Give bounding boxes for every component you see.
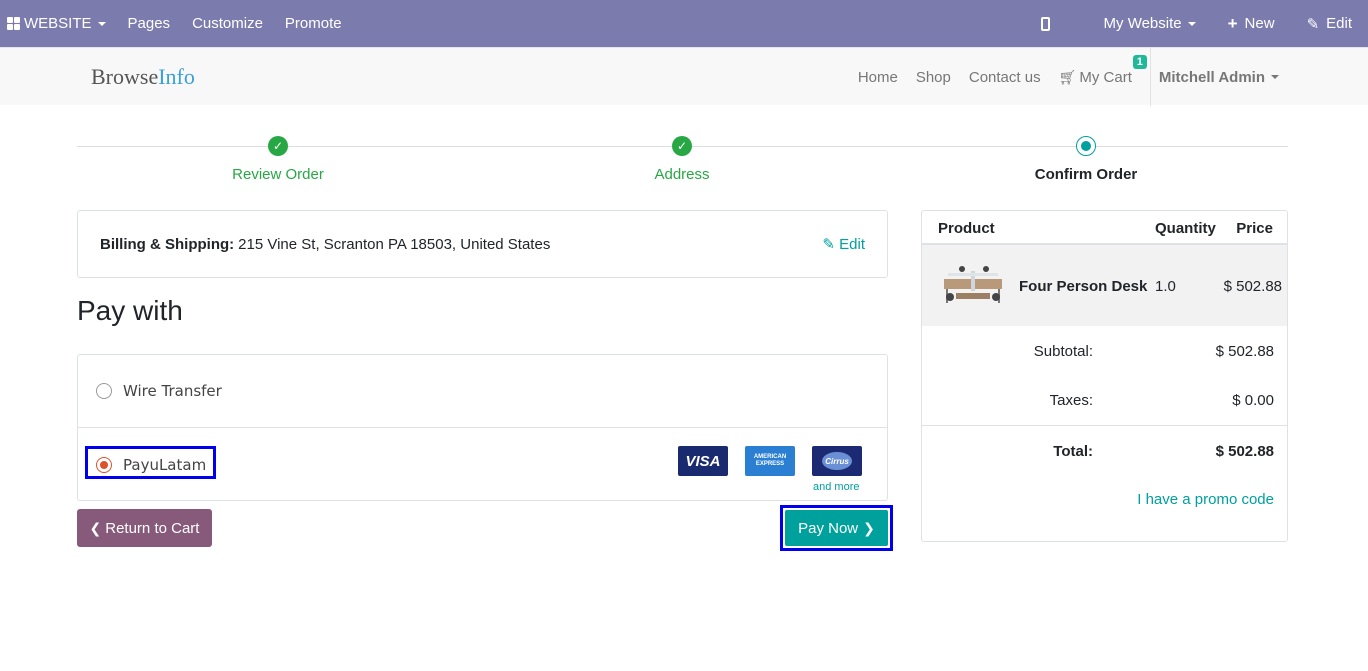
summary-header: Product Quantity Price	[922, 211, 1287, 245]
user-menu[interactable]: Mitchell Admin	[1149, 48, 1368, 106]
edit-icon: ✎	[822, 236, 835, 253]
current-step-icon	[1076, 136, 1096, 156]
edit-label: Edit	[1326, 15, 1352, 32]
user-name: Mitchell Admin	[1158, 68, 1265, 86]
subtotal-value: $ 502.88	[1215, 343, 1274, 360]
pay-now-button[interactable]: Pay Now ❯	[785, 510, 888, 546]
nav-home-link[interactable]: Home	[849, 69, 907, 86]
pencil-icon: ✎	[1306, 15, 1320, 33]
summary-divider	[922, 425, 1287, 426]
pages-menu[interactable]: Pages	[117, 0, 182, 47]
header-product: Product	[938, 220, 995, 237]
return-to-cart-label: Return to Cart	[105, 519, 200, 537]
edit-address-link[interactable]: ✎ Edit	[822, 235, 865, 253]
taxes-label: Taxes:	[1049, 392, 1093, 409]
shopping-cart-icon: 🛒︎	[1058, 68, 1077, 85]
product-quantity: 1.0	[1155, 278, 1176, 295]
highlight-box	[85, 446, 216, 479]
step-label: Address	[654, 166, 710, 183]
return-to-cart-button[interactable]: ❮ Return to Cart	[77, 509, 212, 547]
payment-name: Wire Transfer	[123, 382, 222, 400]
new-label: New	[1244, 15, 1275, 32]
order-summary: Product Quantity Price Four Person Desk …	[921, 210, 1288, 542]
card-logos: VISA AMERICAN EXPRESS Cirrus	[678, 446, 879, 476]
visa-card-icon: VISA	[678, 446, 728, 476]
chevron-left-icon: ❮	[89, 519, 102, 536]
header-price: Price	[1236, 220, 1273, 237]
chevron-right-icon: ❯	[863, 519, 875, 536]
mobile-preview-button[interactable]	[1025, 0, 1088, 47]
check-circle-icon: ✓	[672, 136, 692, 156]
pay-now-highlight: Pay Now ❯	[780, 505, 893, 551]
brand-part-2: Info	[158, 64, 195, 89]
promo-code-link[interactable]: I have a promo code	[1137, 491, 1274, 508]
nav-contact-link[interactable]: Contact us	[960, 69, 1050, 86]
step-address[interactable]: ✓ Address	[582, 136, 782, 183]
checkout-progress: ✓ Review Order ✓ Address Confirm Order	[77, 128, 1288, 188]
check-circle-icon: ✓	[268, 136, 288, 156]
pay-now-label: Pay Now	[798, 519, 859, 537]
and-more-link[interactable]: and more	[813, 481, 859, 493]
pay-with-title: Pay with	[77, 295, 183, 326]
step-confirm-order: Confirm Order	[986, 136, 1186, 183]
product-price: $ 502.88	[1223, 278, 1282, 295]
wire-transfer-radio[interactable]	[96, 383, 112, 399]
my-website-menu[interactable]: My Website	[1088, 0, 1212, 47]
billing-shipping-box: Billing & Shipping: 215 Vine St, Scranto…	[77, 210, 888, 278]
edit-button[interactable]: ✎ Edit	[1291, 0, 1368, 47]
customize-menu[interactable]: Customize	[181, 0, 274, 47]
taxes-value: $ 0.00	[1232, 392, 1274, 409]
plus-icon: +	[1227, 13, 1238, 33]
caret-down-icon	[97, 21, 106, 26]
my-website-label: My Website	[1103, 15, 1182, 32]
subtotal-label: Subtotal:	[1033, 343, 1093, 360]
brand-part-1: Browse	[91, 64, 159, 89]
cirrus-label: Cirrus	[822, 452, 852, 470]
cart-count-badge: 1	[1132, 54, 1147, 69]
new-button[interactable]: + New	[1212, 0, 1291, 47]
product-image	[944, 266, 1002, 303]
brand-logo[interactable]: BrowseInfo	[91, 64, 195, 90]
step-label: Confirm Order	[1034, 166, 1138, 183]
product-name: Four Person Desk	[1019, 278, 1148, 295]
billing-address: 215 Vine St, Scranton PA 18503, United S…	[238, 235, 551, 253]
website-menu-label: WEBSITE	[24, 15, 92, 32]
billing-label: Billing & Shipping:	[100, 235, 235, 253]
promote-menu[interactable]: Promote	[274, 0, 353, 47]
edit-address-label: Edit	[839, 236, 865, 253]
nav-cart-link[interactable]: 🛒︎ My Cart 1	[1050, 54, 1150, 86]
website-menu[interactable]: WEBSITE	[0, 0, 117, 47]
caret-down-icon	[1187, 21, 1196, 26]
payment-option-wire-transfer[interactable]: Wire Transfer	[78, 355, 887, 428]
site-navbar: BrowseInfo Home Shop Contact us 🛒︎ My Car…	[0, 47, 1368, 106]
total-value: $ 502.88	[1215, 443, 1274, 460]
product-row: Four Person Desk 1.0 $ 502.88	[922, 245, 1287, 326]
cart-label: My Cart	[1079, 68, 1132, 86]
payment-methods: Wire Transfer PayuLatam VISA AMERICAN EX…	[77, 354, 888, 501]
nav-shop-link[interactable]: Shop	[907, 69, 960, 86]
total-label: Total:	[1053, 443, 1093, 460]
step-review-order[interactable]: ✓ Review Order	[178, 136, 378, 183]
caret-down-icon	[1271, 75, 1279, 79]
apps-grid-icon	[7, 17, 20, 30]
mobile-phone-icon	[1040, 16, 1050, 31]
payment-option-payulatam[interactable]: PayuLatam VISA AMERICAN EXPRESS Cirrus	[78, 428, 887, 501]
step-label: Review Order	[232, 166, 324, 183]
amex-card-icon: AMERICAN EXPRESS	[745, 446, 795, 476]
admin-bar: WEBSITE Pages Customize Promote My Websi…	[0, 0, 1368, 47]
cirrus-card-icon: Cirrus	[812, 446, 862, 476]
header-quantity: Quantity	[1155, 220, 1216, 237]
